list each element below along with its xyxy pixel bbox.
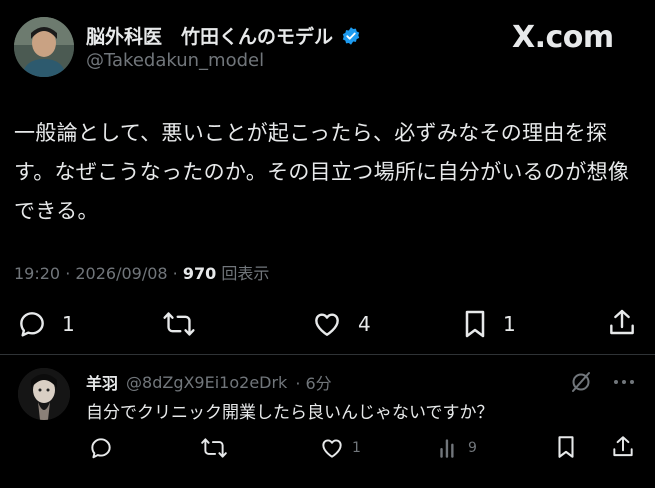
views-count: 970 [182, 264, 217, 283]
reply-count: 1 [62, 312, 75, 336]
author-handle[interactable]: @Takedakun_model [86, 50, 264, 71]
like-count: 4 [358, 312, 371, 336]
tweet-meta: 19:20 · 2026/09/08 · 970 回表示 [14, 260, 269, 284]
views-icon [436, 435, 462, 461]
share-button[interactable] [606, 306, 638, 340]
reply-text: 自分でクリニック開業したら良いんじゃないですか？ [86, 403, 494, 423]
reply-reply-button[interactable] [88, 435, 114, 461]
author-avatar[interactable] [14, 17, 74, 77]
more-icon[interactable] [612, 372, 636, 392]
x-com-logo: X.com [512, 20, 614, 55]
retweet-button[interactable] [162, 308, 210, 340]
reply-like-count: 1 [352, 440, 361, 456]
share-icon [610, 433, 636, 461]
reply-bookmark-button[interactable] [554, 434, 578, 460]
bookmark-icon [461, 308, 489, 340]
reply-views-count: 9 [468, 440, 477, 456]
share-icon [606, 306, 638, 340]
reply-header: 羊羽 @8dZgX9Ei1o2eDrk · 6分 [86, 370, 332, 394]
divider [0, 354, 655, 355]
reply-time[interactable]: · 6分 [295, 370, 331, 394]
like-button[interactable]: 4 [310, 308, 371, 340]
reply-like-button[interactable]: 1 [318, 435, 361, 461]
views-label: 回表示 [216, 264, 270, 283]
retweet-icon [200, 435, 228, 461]
reply-author-name[interactable]: 羊羽 [86, 370, 118, 394]
reply-icon [88, 435, 114, 461]
bookmark-icon [554, 434, 578, 460]
tweet-text: 一般論として、悪いことが起こったら、必ずみなその理由を探す。なぜこうなったのか。… [14, 121, 630, 223]
reply-retweet-button[interactable] [200, 435, 228, 461]
tweet-timestamp[interactable]: 19:20 · 2026/09/08 · [14, 264, 183, 283]
reply-author-handle[interactable]: @8dZgX9Ei1o2eDrk [126, 373, 287, 392]
reply-icon [16, 308, 48, 340]
retweet-icon [162, 308, 196, 340]
bookmark-count: 1 [503, 312, 516, 336]
reply-button[interactable]: 1 [16, 308, 75, 340]
reply-views-button[interactable]: 9 [436, 435, 477, 461]
reply-share-button[interactable] [610, 433, 636, 461]
author-display-name[interactable]: 脳外科医 竹田くんのモデル [86, 22, 333, 49]
like-icon [310, 308, 344, 340]
reply-avatar[interactable] [18, 368, 70, 420]
like-icon [318, 435, 346, 461]
bookmark-button[interactable]: 1 [461, 308, 516, 340]
verified-badge-icon [341, 26, 361, 46]
grok-icon[interactable] [569, 370, 593, 394]
